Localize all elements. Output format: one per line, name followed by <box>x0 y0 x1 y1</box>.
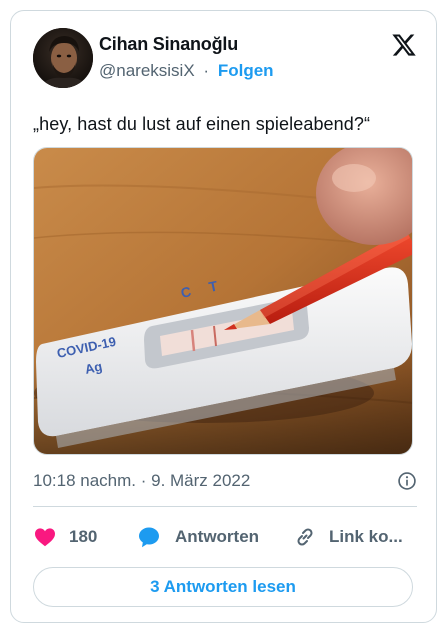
avatar-photo <box>33 28 93 88</box>
reply-button[interactable]: Antworten <box>137 517 259 557</box>
author-subline: @nareksisiX · Folgen <box>99 61 274 81</box>
like-button[interactable]: 180 <box>33 517 97 557</box>
speech-bubble-icon <box>139 527 159 548</box>
copy-link-label: Link ko... <box>329 527 403 546</box>
timestamp-text: 10:18 nachm. · 9. März 2022 <box>33 471 251 490</box>
like-count: 180 <box>69 527 98 546</box>
author-display-name[interactable]: Cihan Sinanoğlu <box>99 33 274 55</box>
heart-icon <box>35 528 55 547</box>
copy-link-button[interactable]: Link ko... <box>293 517 403 557</box>
divider <box>33 506 417 507</box>
tweet-header: Cihan Sinanoğlu @nareksisiX · Folgen <box>33 28 417 88</box>
tweet-timestamp[interactable]: 10:18 nachm. · 9. März 2022 <box>33 468 417 494</box>
info-icon[interactable] <box>397 471 417 491</box>
x-logo-icon[interactable] <box>391 32 417 58</box>
link-icon <box>297 528 313 546</box>
tweet-text: „hey, hast du lust auf einen spieleabend… <box>33 114 371 134</box>
tweet-image[interactable]: C T COVID-19 Ag <box>33 147 413 455</box>
embedded-tweet-card: Cihan Sinanoğlu @nareksisiX · Folgen „he… <box>10 10 437 623</box>
follow-button[interactable]: Folgen <box>218 61 274 80</box>
tweet-actions: 180 Antworten Link ko... <box>33 517 417 557</box>
author-info: Cihan Sinanoğlu @nareksisiX · Folgen <box>99 33 274 81</box>
read-replies-button[interactable]: 3 Antworten lesen <box>33 567 413 607</box>
author-handle[interactable]: @nareksisiX <box>99 61 195 80</box>
covid-test-photo: C T COVID-19 Ag <box>34 148 412 454</box>
avatar[interactable] <box>33 28 93 88</box>
reply-label: Antworten <box>175 527 260 546</box>
separator-dot: · <box>203 61 210 80</box>
